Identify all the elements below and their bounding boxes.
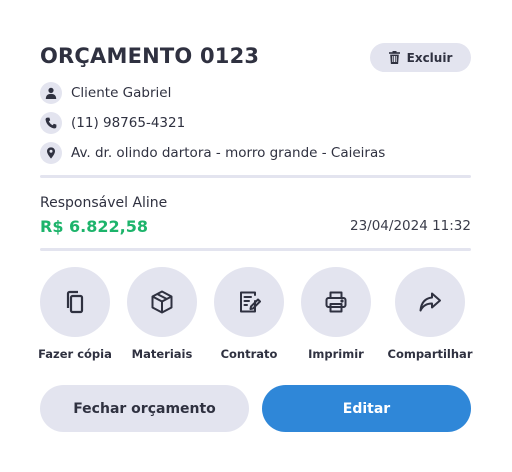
materials-action-label: Materiais (131, 347, 193, 361)
copy-action[interactable]: Fazer cópia (35, 267, 115, 361)
phone-row: (11) 98765-4321 (40, 112, 185, 134)
trash-icon (388, 51, 400, 64)
copy-icon (66, 290, 84, 314)
printer-icon (325, 291, 347, 313)
divider (40, 248, 471, 251)
print-action[interactable]: Imprimir (296, 267, 376, 361)
share-icon (419, 292, 441, 312)
address-text: Av. dr. olindo dartora - morro grande - … (71, 145, 386, 161)
edit-button[interactable]: Editar (262, 385, 471, 432)
print-action-circle[interactable] (301, 267, 371, 337)
client-row: Cliente Gabriel (40, 82, 171, 104)
address-row: Av. dr. olindo dartora - morro grande - … (40, 142, 385, 164)
budget-date: 23/04/2024 11:32 (349, 218, 471, 234)
box-icon (151, 290, 173, 314)
page-title: ORÇAMENTO 0123 (40, 44, 260, 68)
divider (40, 175, 471, 178)
materials-action-circle[interactable] (127, 267, 197, 337)
print-action-label: Imprimir (308, 347, 364, 361)
total-amount: R$ 6.822,58 (40, 217, 148, 236)
contract-action-circle[interactable] (214, 267, 284, 337)
share-action[interactable]: Compartilhar (387, 267, 473, 361)
copy-action-circle[interactable] (40, 267, 110, 337)
materials-action[interactable]: Materiais (122, 267, 202, 361)
copy-action-label: Fazer cópia (38, 347, 112, 361)
delete-button[interactable]: Excluir (370, 43, 471, 72)
user-icon (40, 82, 62, 104)
share-action-label: Compartilhar (387, 347, 473, 361)
delete-button-label: Excluir (406, 50, 453, 65)
location-pin-icon (40, 142, 62, 164)
share-action-circle[interactable] (395, 267, 465, 337)
close-budget-button[interactable]: Fechar orçamento (40, 385, 249, 432)
contract-action[interactable]: Contrato (209, 267, 289, 361)
phone-number: (11) 98765-4321 (71, 115, 186, 131)
responsible-text: Responsável Aline (40, 195, 168, 211)
contract-action-label: Contrato (220, 347, 278, 361)
phone-icon (40, 112, 62, 134)
client-name: Cliente Gabriel (71, 85, 172, 101)
contract-icon (240, 291, 261, 313)
